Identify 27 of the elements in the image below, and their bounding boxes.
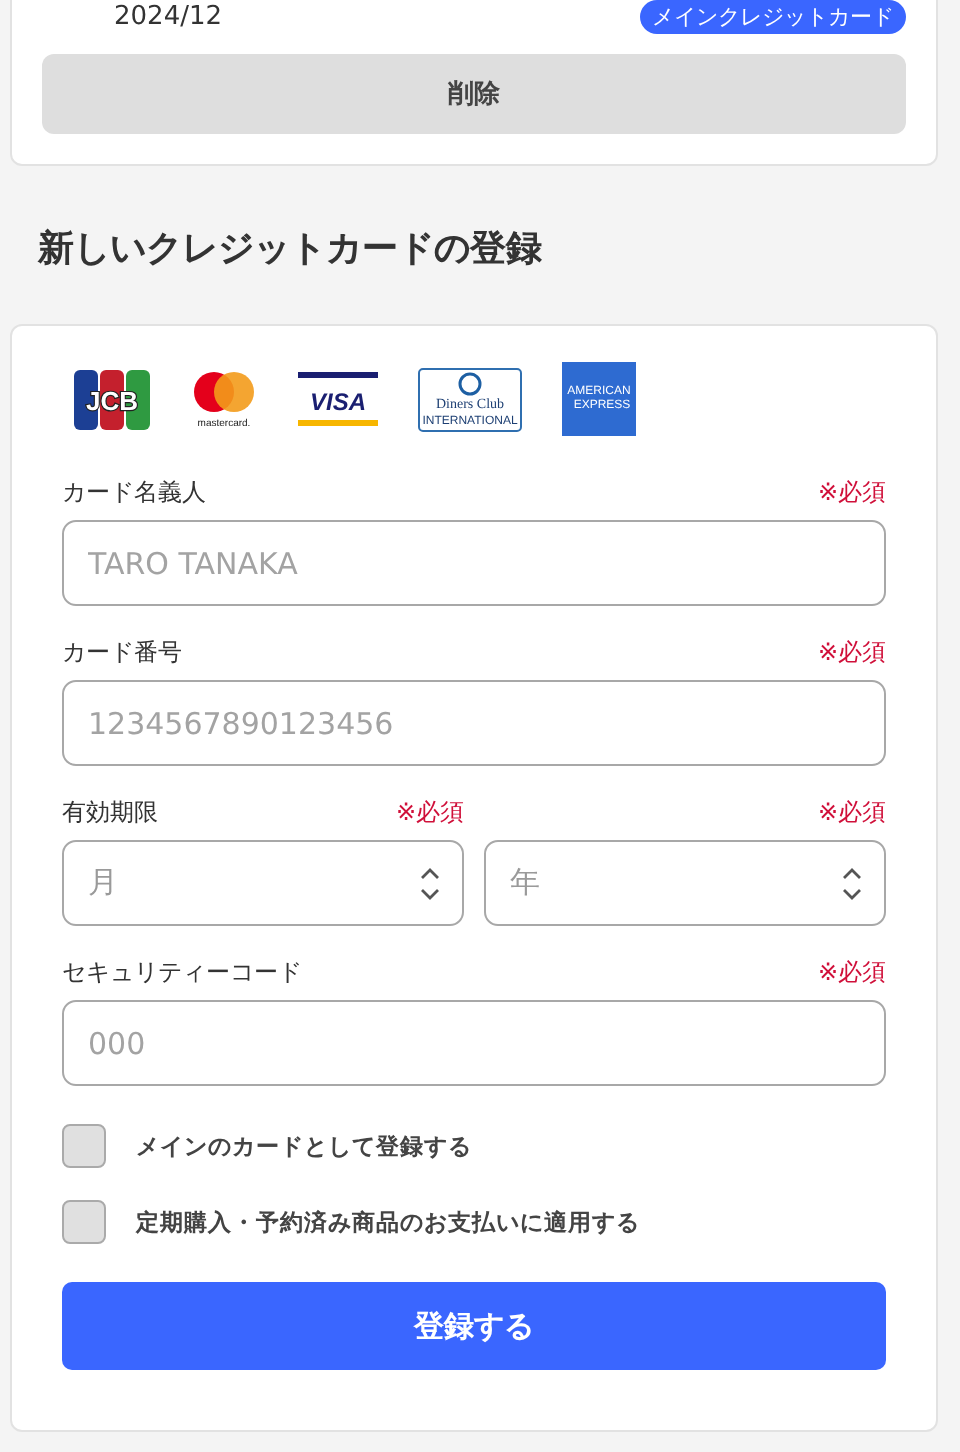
select-field[interactable]: 年: [484, 840, 886, 926]
delete-button[interactable]: 削除: [42, 54, 906, 134]
required-mark: ※必須: [817, 956, 886, 990]
input-field[interactable]: TARO TANAKA: [62, 520, 886, 606]
field-label: カード名義人: [62, 476, 206, 510]
checkbox-label: 定期購入・予約済み商品のお支払いに適用する: [136, 1207, 640, 1237]
section-title: 新しいクレジットカードの登録: [35, 226, 544, 274]
required-mark: ※必須: [395, 796, 464, 830]
register-button[interactable]: 登録する: [62, 1282, 886, 1370]
input-field[interactable]: 000: [62, 1000, 886, 1086]
checkbox-label: メインのカードとして登録する: [136, 1131, 472, 1161]
field-label: セキュリティーコード: [62, 956, 302, 990]
input-field[interactable]: 1234567890123456: [62, 680, 886, 766]
expiry-date: 2024/12: [114, 1, 223, 31]
checkbox[interactable]: [62, 1200, 106, 1244]
updown-chevron-icon: [418, 865, 442, 901]
field-label: 有効期限: [62, 796, 158, 830]
required-mark: ※必須: [817, 636, 886, 670]
required-mark: ※必須: [817, 796, 886, 830]
field-label: カード番号: [62, 636, 182, 670]
required-mark: ※必須: [817, 476, 886, 510]
checkbox[interactable]: [62, 1124, 106, 1168]
main-card-badge: メインクレジットカード: [640, 0, 906, 33]
select-field[interactable]: 月: [62, 840, 464, 926]
jcb-logo: JCB: [74, 369, 150, 429]
updown-chevron-icon: [840, 865, 864, 901]
visa-logo: VISA: [298, 372, 378, 426]
